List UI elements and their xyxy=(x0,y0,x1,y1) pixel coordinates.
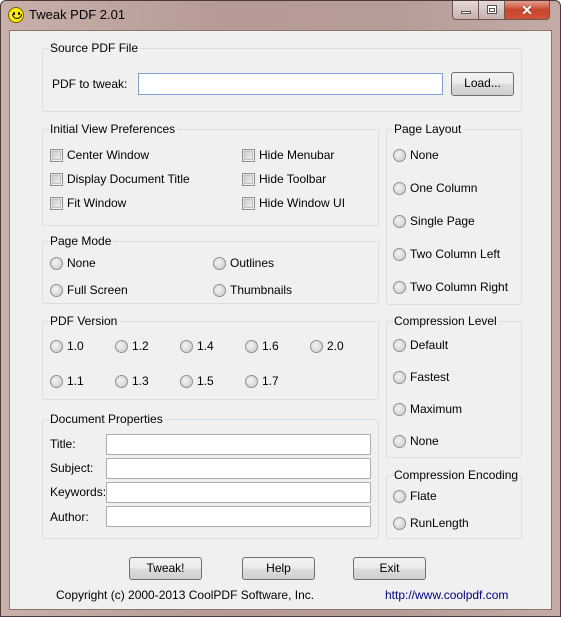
dialog-client-area: Source PDF File PDF to tweak: Load... In… xyxy=(9,30,552,610)
radio-button[interactable] xyxy=(393,248,406,261)
radio-button[interactable] xyxy=(180,375,193,388)
title-bar[interactable]: Tweak PDF 2.01 ✕ xyxy=(1,1,560,29)
subject-input[interactable] xyxy=(107,459,370,478)
title-field[interactable] xyxy=(106,434,371,455)
load-button[interactable]: Load... xyxy=(451,72,514,96)
author-input[interactable] xyxy=(107,507,370,526)
radio-button[interactable] xyxy=(245,375,258,388)
radio-button[interactable] xyxy=(245,340,258,353)
checkbox-box[interactable] xyxy=(242,149,255,162)
radio-button[interactable] xyxy=(393,435,406,448)
website-link[interactable]: http://www.coolpdf.com xyxy=(385,588,508,602)
radio-button[interactable] xyxy=(393,339,406,352)
pdf-path-field[interactable] xyxy=(138,73,443,95)
subject-field[interactable] xyxy=(106,458,371,479)
radio-button[interactable] xyxy=(50,284,63,297)
keywords-field[interactable] xyxy=(106,482,371,503)
tweak-button[interactable]: Tweak! xyxy=(129,557,202,580)
minimize-icon xyxy=(461,11,471,14)
pdf-version-legend: PDF Version xyxy=(49,314,120,328)
document-properties-group: Document Properties Title: Subject: Keyw… xyxy=(42,412,379,539)
page-layout-legend: Page Layout xyxy=(393,122,464,136)
radio-button[interactable] xyxy=(393,517,406,530)
radio-button[interactable] xyxy=(393,281,406,294)
minimize-button[interactable] xyxy=(452,1,479,20)
compression-level-group: Compression Level Default Fastest Maximu… xyxy=(386,314,522,458)
radio-button[interactable] xyxy=(393,371,406,384)
initial-view-legend: Initial View Preferences xyxy=(49,122,178,136)
author-label: Author: xyxy=(50,510,89,524)
radio-button[interactable] xyxy=(180,340,193,353)
smiley-icon[interactable] xyxy=(8,7,24,23)
checkbox-box[interactable] xyxy=(50,149,63,162)
radio-button[interactable] xyxy=(393,182,406,195)
source-pdf-group: Source PDF File PDF to tweak: Load... xyxy=(42,41,522,112)
page-mode-legend: Page Mode xyxy=(49,234,114,248)
page-layout-group: Page Layout None One Column Single Page … xyxy=(386,122,522,305)
compression-encoding-group: Compression Encoding Flate RunLength xyxy=(386,468,522,539)
author-field[interactable] xyxy=(106,506,371,527)
pdf-path-input[interactable] xyxy=(139,74,442,94)
checkbox-box[interactable] xyxy=(242,197,255,210)
title-input[interactable] xyxy=(107,435,370,454)
radio-button[interactable] xyxy=(213,257,226,270)
exit-button[interactable]: Exit xyxy=(353,557,426,580)
checkbox-box[interactable] xyxy=(242,173,255,186)
subject-label: Subject: xyxy=(50,461,94,475)
radio-button[interactable] xyxy=(310,340,323,353)
compression-level-legend: Compression Level xyxy=(393,314,499,328)
pdf-version-group: PDF Version 1.0 1.1 1.2 1.3 1.4 1.5 1.6 … xyxy=(42,314,379,400)
checkbox-box[interactable] xyxy=(50,173,63,186)
help-button[interactable]: Help xyxy=(242,557,315,580)
initial-view-group: Initial View Preferences Center Window D… xyxy=(42,122,379,226)
radio-button[interactable] xyxy=(393,149,406,162)
radio-button[interactable] xyxy=(50,257,63,270)
radio-button[interactable] xyxy=(115,340,128,353)
title-label: Title: xyxy=(50,437,76,451)
radio-button[interactable] xyxy=(393,215,406,228)
keywords-input[interactable] xyxy=(107,483,370,502)
radio-button[interactable] xyxy=(213,284,226,297)
radio-button[interactable] xyxy=(393,403,406,416)
checkbox-box[interactable] xyxy=(50,197,63,210)
close-icon: ✕ xyxy=(521,2,533,18)
maximize-button[interactable] xyxy=(479,1,505,20)
page-mode-group: Page Mode None Full Screen Outlines Thum… xyxy=(42,234,379,304)
close-button[interactable]: ✕ xyxy=(505,1,550,20)
window-title: Tweak PDF 2.01 xyxy=(29,7,126,22)
pdf-to-tweak-label: PDF to tweak: xyxy=(52,77,128,91)
keywords-label: Keywords: xyxy=(50,485,107,499)
compression-encoding-legend: Compression Encoding xyxy=(393,468,521,482)
source-pdf-legend: Source PDF File xyxy=(49,41,141,55)
document-properties-legend: Document Properties xyxy=(49,412,165,426)
radio-button[interactable] xyxy=(393,490,406,503)
app-window: Tweak PDF 2.01 ✕ Source PDF File PDF to … xyxy=(0,0,561,617)
maximize-icon xyxy=(487,5,497,14)
radio-button[interactable] xyxy=(50,340,63,353)
radio-button[interactable] xyxy=(115,375,128,388)
radio-button[interactable] xyxy=(50,375,63,388)
copyright-text: Copyright (c) 2000-2013 CoolPDF Software… xyxy=(56,588,315,602)
